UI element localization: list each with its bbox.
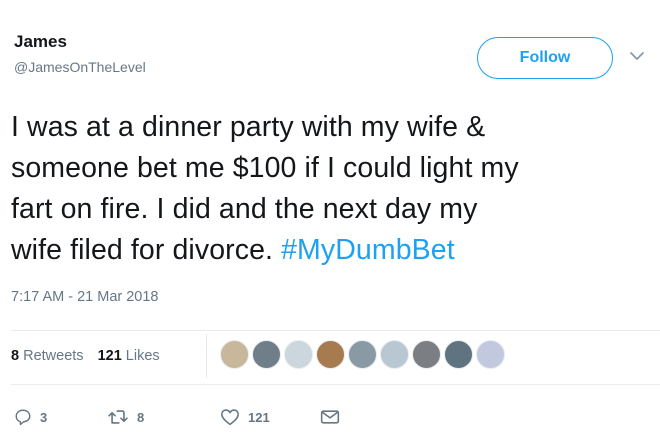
tweet-actions: 3 8 121 [14,408,344,432]
liker-avatar[interactable] [284,340,313,369]
envelope-icon [320,410,340,424]
tweet-timestamp[interactable]: 7:17 AM - 21 Mar 2018 [11,289,159,305]
liker-avatar[interactable] [220,340,249,369]
tweet-text-line: fart on fire. I did and the next day my [11,193,478,225]
liker-avatar[interactable] [412,340,441,369]
chevron-down-icon[interactable] [629,50,645,62]
heart-icon [221,409,239,426]
retweet-action[interactable]: 8 [107,408,144,426]
retweet-icon [108,410,128,424]
reply-icon [15,409,31,426]
divider [11,384,660,385]
likes-label: Likes [125,348,160,364]
stats-divider [206,334,207,378]
retweet-count: 8 [137,409,145,425]
user-handle[interactable]: @JamesOnTheLevel [14,59,146,75]
display-name[interactable]: James [14,32,146,52]
direct-message-action[interactable] [320,409,340,425]
hashtag-link[interactable]: #MyDumbBet [281,234,455,266]
liker-avatars [220,340,505,369]
divider [11,330,660,331]
likes-stat[interactable]: 121 Likes [98,348,160,364]
liker-avatar[interactable] [316,340,345,369]
likes-count: 121 [97,348,122,364]
liker-avatar[interactable] [444,340,473,369]
tweet-text-line-part: wife filed for divorce. [11,234,282,266]
reply-action[interactable]: 3 [14,408,47,426]
tweet-text: I was at a dinner party with my wife & s… [11,107,651,271]
liker-avatar[interactable] [476,340,505,369]
liker-avatar[interactable] [252,340,281,369]
tweet-text-line: wife filed for divorce. #MyDumbBet [11,230,651,271]
liker-avatar[interactable] [348,340,377,369]
tweet-stats: 8 Retweets 121 Likes [11,348,160,364]
retweets-count: 8 [11,348,20,364]
reply-count: 3 [40,409,48,425]
follow-button[interactable]: Follow [477,37,613,79]
tweet-header: James @JamesOnTheLevel [14,32,146,75]
tweet-text-line: someone bet me $100 if I could light my [11,152,519,184]
retweets-label: Retweets [23,348,84,364]
liker-avatar[interactable] [380,340,409,369]
like-action[interactable]: 121 [220,408,270,426]
retweets-stat[interactable]: 8 Retweets [11,348,84,364]
tweet-text-line: I was at a dinner party with my wife & [11,111,486,143]
like-count: 121 [248,409,270,425]
